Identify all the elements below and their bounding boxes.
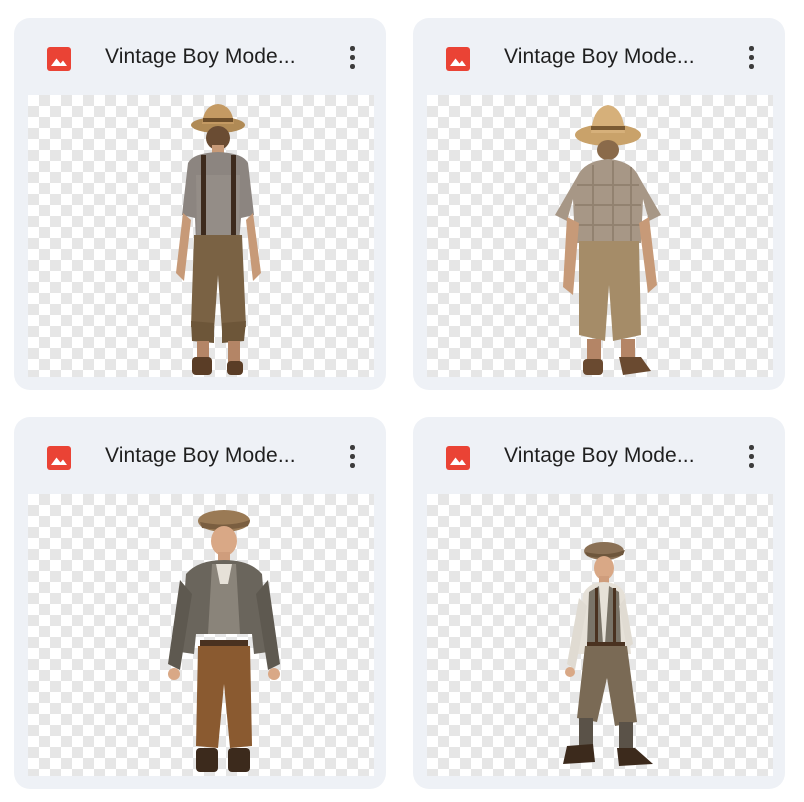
file-card[interactable]: Vintage Boy Mode... [413,417,785,789]
file-card-header: Vintage Boy Mode... [413,417,785,493]
more-vert-icon-dot [350,463,355,468]
more-vert-icon-dot [350,454,355,459]
image-file-icon [47,446,71,470]
boy-front-view-figure [168,510,280,772]
more-vert-icon [749,46,754,51]
file-card-header: Vintage Boy Mode... [14,18,386,94]
image-file-icon [47,47,71,71]
file-title: Vintage Boy Mode... [105,444,296,467]
more-options-button[interactable] [335,40,369,74]
more-options-button[interactable] [335,439,369,473]
image-file-icon [446,446,470,470]
boy-walking-figure [563,542,653,766]
more-vert-icon [749,445,754,450]
more-vert-icon-dot [749,55,754,60]
file-card[interactable]: Vintage Boy Mode... [14,18,386,390]
file-card-header: Vintage Boy Mode... [413,18,785,94]
more-vert-icon [350,46,355,51]
file-thumbnail[interactable] [427,95,773,377]
more-vert-icon-dot [350,64,355,69]
file-card[interactable]: Vintage Boy Mode... [413,18,785,390]
file-thumbnail[interactable] [28,494,374,776]
boy-back-view-figure [176,104,261,375]
more-vert-icon-dot [350,55,355,60]
image-file-icon [446,47,470,71]
file-thumbnail[interactable] [427,494,773,776]
file-title: Vintage Boy Mode... [504,444,695,467]
boy-back-view-figure [555,105,661,375]
more-vert-icon-dot [749,463,754,468]
file-title: Vintage Boy Mode... [504,45,695,68]
file-card-header: Vintage Boy Mode... [14,417,386,493]
file-title: Vintage Boy Mode... [105,45,296,68]
file-grid: Vintage Boy Mode... Vintage Boy Mode... … [0,0,804,802]
file-thumbnail[interactable] [28,95,374,377]
more-options-button[interactable] [734,439,768,473]
more-options-button[interactable] [734,40,768,74]
file-card[interactable]: Vintage Boy Mode... [14,417,386,789]
more-vert-icon-dot [749,64,754,69]
more-vert-icon-dot [749,454,754,459]
more-vert-icon [350,445,355,450]
